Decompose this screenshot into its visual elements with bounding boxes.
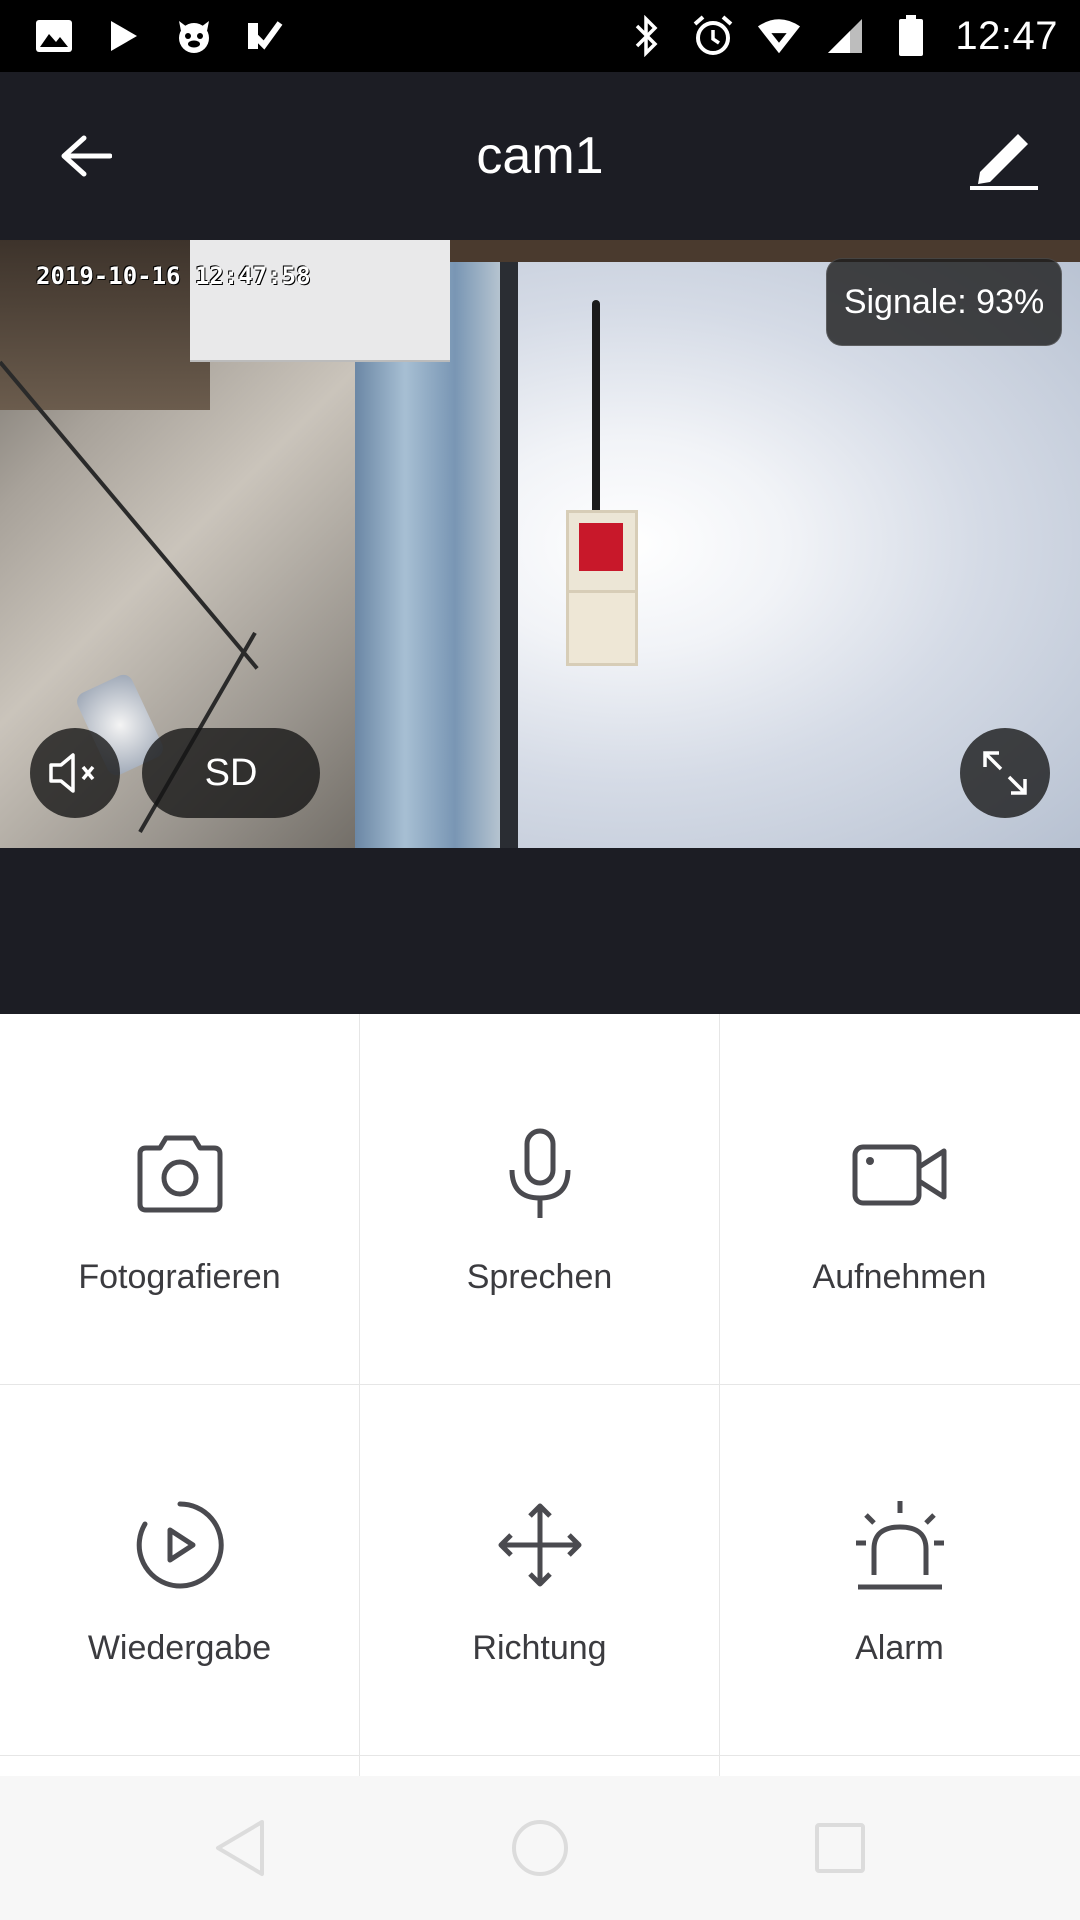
app-bar: cam1 [0,72,1080,240]
action-label: Alarm [855,1629,944,1667]
action-label: Sprechen [466,1258,613,1296]
system-nav-bar [0,1776,1080,1920]
speaker-muted-icon [49,753,95,793]
action-label: Wiedergabe [87,1629,272,1667]
alarm-siren-icon [852,1497,948,1593]
action-label: Richtung [472,1629,607,1667]
camera-icon [132,1126,228,1222]
microphone-icon [492,1126,588,1222]
nav-home-button[interactable] [500,1808,580,1888]
status-time: 12:47 [955,13,1058,58]
check-icon [242,14,286,58]
expand-icon [983,751,1027,795]
action-richtung[interactable]: Richtung [360,1385,719,1755]
status-right-icons: 12:47 [625,10,1058,62]
action-label: Aufnehmen [812,1258,987,1296]
wifi-icon [757,14,801,58]
status-left-icons [32,14,286,58]
quality-toggle-button[interactable]: SD [142,728,320,818]
mute-button[interactable] [30,728,120,818]
triangle-back-icon [216,1820,264,1876]
video-camera-icon [852,1126,948,1222]
action-alarm[interactable]: Alarm [720,1385,1079,1755]
play-store-icon [102,14,146,58]
gallery-icon [32,14,76,58]
signal-badge: Signale: 93% [826,258,1062,346]
edit-button[interactable] [962,116,1046,200]
circle-home-icon [512,1820,568,1876]
bluetooth-icon [625,14,669,58]
action-sprechen[interactable]: Sprechen [360,1014,719,1384]
action-aufnehmen[interactable]: Aufnehmen [720,1014,1079,1384]
cell-signal-icon [823,14,867,58]
app-icon [172,14,216,58]
alarm-icon [691,14,735,58]
status-bar: 12:47 [0,0,1080,72]
video-timestamp: 2019-10-16 12:47:58 [36,262,311,290]
fullscreen-button[interactable] [960,728,1050,818]
action-grid: Fotografieren Sprechen Aufnehmen Wiederg… [0,1014,1080,1776]
direction-arrows-icon [492,1497,588,1593]
square-recents-icon [815,1823,865,1873]
nav-back-button[interactable] [200,1808,280,1888]
video-bottom-panel [0,848,1080,1014]
pencil-icon [970,134,1038,190]
action-label: Fotografieren [78,1258,281,1296]
action-fotografieren[interactable]: Fotografieren [0,1014,359,1384]
page-title: cam1 [476,127,604,185]
action-wiedergabe[interactable]: Wiedergabe [0,1385,359,1755]
battery-icon [889,14,933,58]
nav-recents-button[interactable] [800,1808,880,1888]
playback-icon [132,1497,228,1593]
